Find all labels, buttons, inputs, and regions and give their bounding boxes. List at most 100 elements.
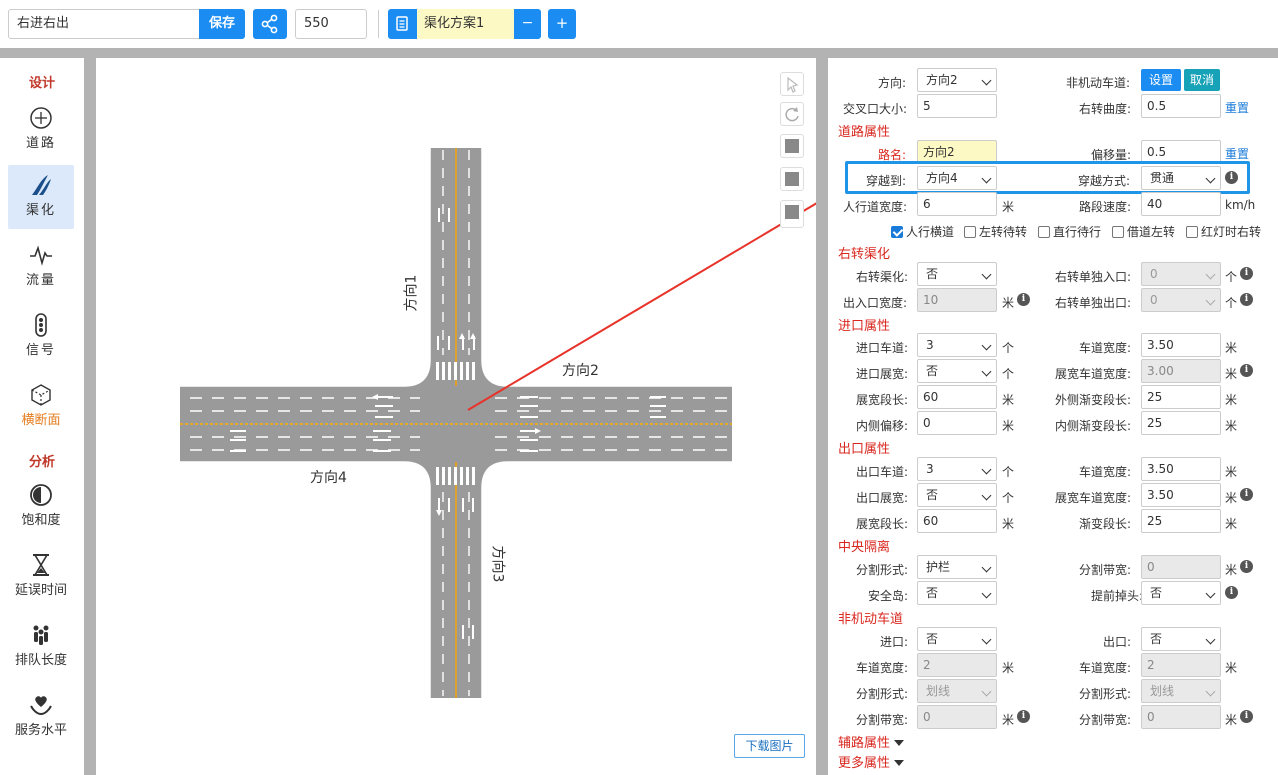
entry-inner-offset-input[interactable]: 0 [917,411,997,435]
sidewalk-width-input[interactable]: 6 [917,192,997,216]
info-icon[interactable]: i [1225,171,1238,184]
speed-input[interactable]: 40 [1141,192,1221,216]
checkbox-unchecked[interactable] [1112,226,1124,238]
exit-lane-width-input[interactable]: 3.50 [1141,457,1221,481]
exit-expand-width-input[interactable]: 3.50 [1141,483,1221,507]
sidebar-item-road[interactable]: 道路 [8,98,74,162]
cross-mode-select[interactable]: 贯通 [1141,166,1221,190]
checkbox-checked[interactable] [891,226,903,238]
checkbox-unchecked[interactable] [1038,226,1050,238]
sidebar-item-flow[interactable]: 流量 [8,235,74,299]
nm-exit-select[interactable]: 否 [1141,627,1221,651]
layer-toggle-button-2[interactable] [780,167,804,191]
sidebar-item-delay[interactable]: 延误时间 [8,545,74,609]
safety-island-select[interactable]: 否 [917,581,997,605]
sidebar-item-cross-section[interactable]: 横断面 [8,375,74,439]
info-icon[interactable]: i [1240,560,1253,573]
entry-expand-select[interactable]: 否 [917,359,997,383]
plan-list-button[interactable] [388,9,417,39]
nm-form-select-2[interactable]: 划线 [1141,679,1221,703]
info-icon[interactable]: i [1240,267,1253,280]
median-form-label: 分割形式: [856,563,909,577]
nm-width-input-2[interactable]: 2 [1141,653,1221,677]
info-icon[interactable]: i [1017,293,1030,306]
nonmotor-cancel-button[interactable]: 取消 [1184,69,1220,91]
exit-expand-length-input[interactable]: 60 [917,509,997,533]
early-uturn-select[interactable]: 否 [1141,581,1221,605]
design-canvas[interactable]: 方向1 方向2 方向3 方向4 [96,58,816,775]
sidebar-item-service-level[interactable]: 服务水平 [8,685,74,749]
intersection-drawing[interactable] [96,58,816,775]
exit-lanes-select[interactable]: 3 [917,457,997,481]
save-button[interactable]: 保存 [199,9,245,39]
refresh-tool-button[interactable] [780,102,804,126]
project-name-input[interactable]: 右进右出 [8,9,200,39]
cursor-tool-button[interactable] [780,72,804,96]
exit-expand-select[interactable]: 否 [917,483,997,507]
checkbox-left-turn-wait[interactable]: 左转待转 [964,223,1027,240]
direction-select[interactable]: 方向2 [917,68,997,92]
nonmotor-set-button[interactable]: 设置 [1141,69,1181,91]
download-image-button[interactable]: 下载图片 [734,734,805,758]
traffic-light-icon [35,313,47,337]
info-icon[interactable]: i [1240,710,1253,723]
checkbox-unchecked[interactable] [1186,226,1198,238]
nm-form-select-1[interactable]: 划线 [917,679,997,703]
info-icon[interactable]: i [1240,293,1253,306]
offset-reset-link[interactable]: 重置 [1225,145,1249,162]
unit-label: 米 [1225,491,1238,505]
add-plan-button[interactable]: + [548,9,576,39]
nm-entry-select[interactable]: 否 [917,627,997,651]
curve-input[interactable]: 0.5 [1141,94,1221,118]
unit-label: 个 [1002,465,1015,479]
info-icon[interactable]: i [1240,488,1253,501]
checkbox-borrow-left[interactable]: 借道左转 [1112,223,1175,240]
info-icon[interactable]: i [1225,586,1238,599]
checkbox-unchecked[interactable] [964,226,976,238]
sidebar-item-channelization[interactable]: 渠化 [8,165,74,229]
nm-width-input-1[interactable]: 2 [917,653,997,677]
entry-expand-width-input[interactable]: 3.00 [1141,359,1221,383]
sidebar-item-saturation[interactable]: 饱和度 [8,475,74,539]
plan-name[interactable]: 渠化方案1 [417,9,514,39]
curve-reset-link[interactable]: 重置 [1225,99,1249,116]
entry-outer-taper-input[interactable]: 25 [1141,385,1221,409]
toolbar: 右进右出 保存 550 渠化方案1 − + [0,0,1278,48]
layer-toggle-button-3[interactable] [780,200,804,228]
entry-inner-taper-input[interactable]: 25 [1141,411,1221,435]
median-section-title: 中央隔离 [838,540,891,555]
layer-toggle-button-1[interactable] [780,134,804,158]
rt-exit-select[interactable]: 0 [1141,288,1221,312]
entry-lane-width-input[interactable]: 3.50 [1141,333,1221,357]
checkbox-red-right[interactable]: 红灯时右转 [1186,223,1261,240]
nm-band-input-2[interactable]: 0 [1141,705,1221,729]
info-icon[interactable]: i [1017,710,1030,723]
sidebar-item-queue[interactable]: 排队长度 [8,615,74,679]
entry-expand-length-input[interactable]: 60 [917,385,997,409]
median-width-input[interactable]: 0 [1141,555,1221,579]
cross-to-select[interactable]: 方向4 [917,166,997,190]
nm-width-label-1: 车道宽度: [856,661,909,675]
aux-road-section-toggle[interactable]: 辅路属性 [838,732,905,751]
info-icon[interactable]: i [1240,364,1253,377]
entry-lanes-select[interactable]: 3 [917,333,997,357]
share-button[interactable] [253,9,287,39]
unit-label: 米 [1225,517,1238,531]
intersection-size-label: 交叉口大小: [843,102,908,116]
intersection-size-input[interactable]: 5 [917,94,997,118]
checkbox-crosswalk[interactable]: 人行横道 [891,223,954,240]
rt-entry-select[interactable]: 0 [1141,262,1221,286]
more-section-toggle[interactable]: 更多属性 [838,752,905,771]
rt-width-input[interactable]: 10 [917,288,997,312]
sidebar-item-label: 延误时间 [14,583,67,598]
exit-taper-input[interactable]: 25 [1141,509,1221,533]
median-form-select[interactable]: 护栏 [917,555,997,579]
nm-band-input-1[interactable]: 0 [917,705,997,729]
checkbox-straight-wait[interactable]: 直行待行 [1038,223,1101,240]
square-icon [785,139,799,153]
rt-channel-select[interactable]: 否 [917,262,997,286]
sidebar: 设计 道路 渠化 流量 信号 横断面 分析 饱和度 延误时间 排队长度 服务水平 [0,58,84,775]
remove-plan-button[interactable]: − [514,9,541,39]
sidebar-item-signal[interactable]: 信号 [8,305,74,369]
size-input[interactable]: 550 [295,9,367,39]
